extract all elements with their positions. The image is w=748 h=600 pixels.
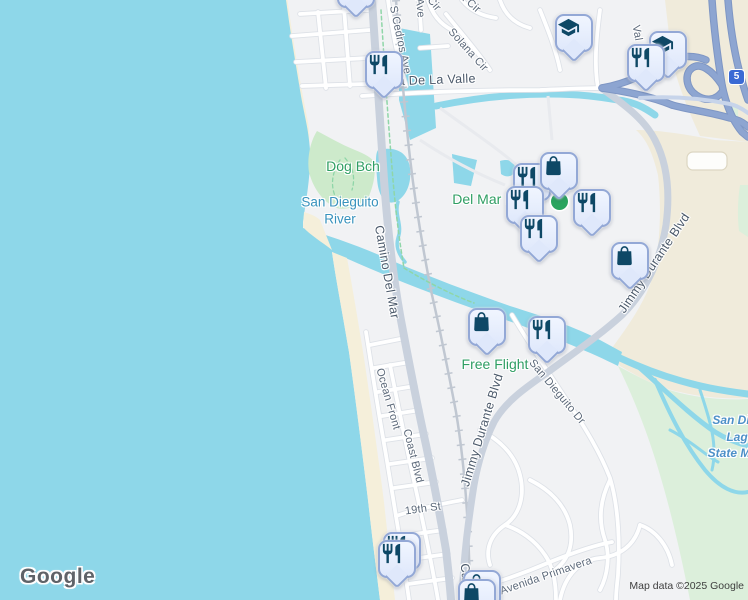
poi-marker-restaurant[interactable] — [573, 189, 611, 227]
google-logo: Google — [20, 565, 96, 588]
restaurant-icon — [382, 543, 401, 564]
map-label-state-m: State M — [707, 446, 748, 460]
poi-marker-restaurant[interactable] — [365, 51, 403, 89]
restaurant-icon — [369, 54, 388, 75]
restaurant-icon — [577, 192, 596, 213]
poi-marker-restaurant[interactable] — [378, 540, 416, 578]
poi-marker-school[interactable] — [555, 14, 593, 52]
shopping-icon — [464, 583, 479, 600]
restaurant-icon — [517, 166, 536, 187]
interstate-5-shield: 5 — [729, 70, 744, 84]
poi-marker-shopping[interactable] — [540, 152, 578, 190]
poi-marker-restaurant[interactable] — [627, 44, 665, 82]
poi-marker-shopping[interactable] — [458, 579, 496, 600]
map-label-val: Val — [629, 24, 645, 42]
map-label-free-flight[interactable]: Free Flight — [462, 356, 529, 372]
building-footprint — [686, 151, 728, 171]
restaurant-icon — [532, 319, 551, 340]
restaurant-icon — [524, 218, 543, 239]
map-label-san-di: San Di — [712, 413, 748, 427]
map-label-dog-bch[interactable]: Dog Bch — [326, 158, 380, 174]
poi-marker-shopping[interactable] — [611, 242, 649, 280]
map-label-river: River — [324, 211, 356, 227]
restaurant-icon — [510, 189, 529, 210]
shopping-icon — [617, 246, 632, 266]
shopping-icon — [474, 312, 489, 332]
poi-marker-restaurant[interactable] — [528, 316, 566, 354]
map-label-del-mar-f[interactable]: Del Mar F — [452, 191, 513, 207]
poi-marker-restaurant[interactable] — [337, 0, 375, 8]
map-attribution: Map data ©2025 Google — [629, 580, 744, 592]
map-label-san-dieguito: San Dieguito — [301, 194, 379, 210]
school-icon — [557, 18, 580, 37]
map-canvas[interactable]: S Cedros Ave Ave Cir a Cir Solana Cir Via De … — [0, 0, 748, 600]
map-label-lag: Lag — [726, 430, 748, 444]
restaurant-icon — [631, 47, 650, 68]
shopping-icon — [546, 156, 561, 176]
poi-marker-restaurant[interactable] — [520, 215, 558, 253]
poi-marker-shopping[interactable] — [468, 308, 506, 346]
